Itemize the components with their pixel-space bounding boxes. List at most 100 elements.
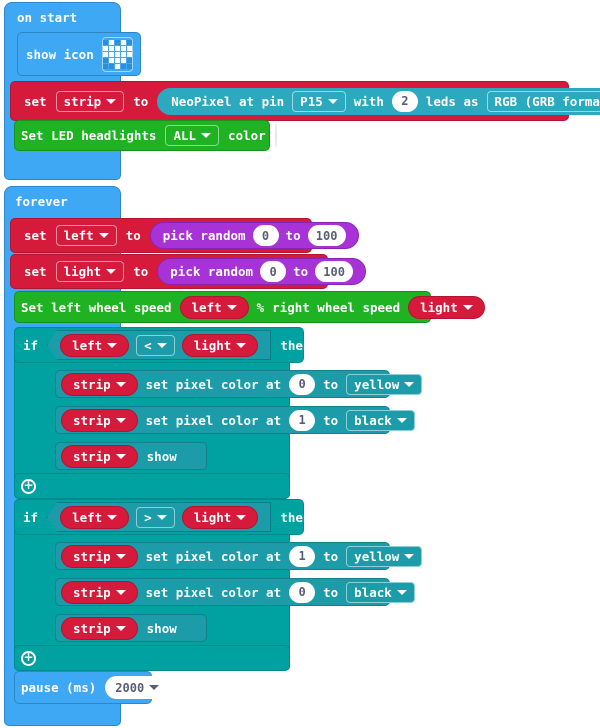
strip-set-pixel-block[interactable]: strip set pixel color at 0 to black	[55, 578, 415, 606]
led-grid	[102, 39, 132, 69]
strip-target-dropdown[interactable]: strip	[61, 580, 138, 604]
set-strip-block[interactable]: set strip to NeoPixel at pin P15 with 2 …	[10, 81, 600, 121]
then-label: then	[280, 337, 311, 353]
pixel-index-input[interactable]: 1	[289, 409, 316, 431]
operand-b-light[interactable]: light	[181, 333, 259, 357]
led-cell	[126, 57, 132, 63]
pixel-index-input[interactable]: 0	[289, 373, 316, 395]
set-left-block[interactable]: set left to pick random 0 to 100	[10, 218, 359, 253]
pause-block[interactable]: pause (ms) 2000	[14, 671, 170, 704]
pixel-color-dropdown[interactable]: yellow	[346, 545, 423, 567]
chevron-down-icon	[115, 553, 126, 559]
led-count-input[interactable]: 2	[391, 90, 418, 112]
operand-b-light[interactable]: light	[181, 505, 259, 529]
strip-target-dropdown[interactable]: strip	[61, 408, 138, 432]
comparison-operator-block[interactable]: left > light	[47, 502, 272, 532]
strip-target-dropdown[interactable]: strip	[61, 372, 138, 396]
set-led-headlights-block[interactable]: Set LED headlights ALL color	[14, 120, 277, 151]
show-label: show	[146, 448, 177, 464]
pick-random-label: pick random	[162, 228, 246, 243]
random-max-input[interactable]: 100	[307, 225, 346, 246]
chevron-down-icon	[107, 342, 118, 348]
on-start-label: on start	[17, 9, 78, 25]
set-pixel-label: set pixel color at	[145, 376, 282, 392]
chevron-down-icon	[115, 417, 126, 423]
led-cell	[114, 39, 120, 45]
strip-set-pixel-block[interactable]: strip set pixel color at 1 to yellow	[55, 542, 423, 570]
set-light-block[interactable]: set light to pick random 0 to 100	[10, 254, 367, 289]
chevron-down-icon	[327, 98, 338, 104]
set-pixel-label: set pixel color at	[145, 412, 282, 428]
pick-random-block[interactable]: pick random 0 to 100	[157, 258, 367, 285]
pixel-color-dropdown[interactable]: black	[346, 581, 415, 603]
if-less-header[interactable]: if left < light then	[14, 327, 310, 363]
show-icon-block[interactable]: show icon	[17, 32, 151, 76]
set-pixel-label: set pixel color at	[145, 548, 282, 564]
led-matrix-heart-icon[interactable]	[101, 36, 133, 72]
random-min-input[interactable]: 0	[260, 261, 287, 282]
color-swatch[interactable]	[274, 123, 277, 148]
pick-random-block[interactable]: pick random 0 to 100	[149, 222, 359, 249]
chevron-down-icon	[404, 553, 415, 559]
headlights-label: Set LED headlights	[21, 128, 157, 143]
led-cell	[126, 63, 132, 69]
led-cell	[114, 45, 120, 51]
chevron-down-icon	[404, 381, 415, 387]
pixel-color-dropdown[interactable]: black	[346, 409, 415, 431]
percent-label-2: %	[492, 299, 501, 315]
chevron-down-icon	[106, 269, 117, 274]
led-cell	[114, 51, 120, 57]
show-label: show	[146, 620, 177, 636]
operator-dropdown[interactable]: <	[136, 334, 175, 356]
if-greater-header[interactable]: if left > light then	[14, 499, 310, 535]
neopixel-reporter-block[interactable]: NeoPixel at pin P15 with 2 leds as RGB (…	[157, 87, 600, 115]
variable-dropdown-light[interactable]: light	[55, 261, 125, 282]
operand-a-left[interactable]: left	[60, 505, 130, 529]
strip-target-dropdown[interactable]: strip	[61, 444, 138, 468]
color-label: color	[228, 128, 266, 143]
set-wheel-speed-block[interactable]: Set left wheel speed left % right wheel …	[14, 291, 500, 323]
strip-show-block[interactable]: strip show	[55, 442, 207, 470]
chevron-down-icon[interactable]	[140, 51, 151, 57]
chevron-down-icon	[236, 514, 247, 520]
random-to-label: to	[285, 228, 301, 243]
led-cell	[102, 45, 108, 51]
variable-dropdown-strip[interactable]: strip	[55, 90, 125, 112]
rgb-format-dropdown[interactable]: RGB (GRB format)	[486, 90, 600, 112]
variable-light-reporter[interactable]: light	[408, 295, 485, 319]
random-max-input[interactable]: 100	[315, 261, 354, 282]
blocks-workspace[interactable]: on start show icon set strip to NeoPixel…	[0, 0, 600, 728]
led-cell	[102, 39, 108, 45]
led-cell	[114, 57, 120, 63]
strip-set-pixel-block[interactable]: strip set pixel color at 1 to black	[55, 406, 415, 434]
comparison-operator-block[interactable]: left < light	[47, 330, 272, 360]
add-else-icon[interactable]: +	[21, 478, 36, 494]
pin-dropdown[interactable]: P15	[292, 90, 346, 112]
strip-target-dropdown[interactable]: strip	[61, 616, 138, 640]
chevron-down-icon	[236, 342, 247, 348]
led-cell	[108, 39, 114, 45]
random-min-input[interactable]: 0	[252, 225, 279, 246]
operator-dropdown[interactable]: >	[136, 506, 175, 528]
chevron-down-icon	[462, 304, 473, 310]
if-greater-footer[interactable]: +	[14, 645, 290, 671]
strip-show-block[interactable]: strip show	[55, 614, 207, 642]
strip-set-pixel-block[interactable]: strip set pixel color at 0 to yellow	[55, 370, 423, 398]
strip-target-dropdown[interactable]: strip	[61, 544, 138, 568]
add-else-icon[interactable]: +	[21, 650, 36, 666]
led-cell	[102, 57, 108, 63]
if-less-footer[interactable]: +	[14, 473, 290, 499]
pixel-index-input[interactable]: 1	[289, 545, 316, 567]
variable-left-reporter[interactable]: left	[179, 295, 249, 319]
led-cell	[120, 39, 126, 45]
chevron-down-icon	[149, 685, 160, 690]
pixel-index-input[interactable]: 0	[289, 581, 316, 603]
headlight-selector-dropdown[interactable]: ALL	[165, 125, 220, 146]
led-cell	[120, 63, 126, 69]
pause-duration-input[interactable]: 2000	[105, 676, 170, 699]
to-label: to	[323, 584, 339, 600]
led-cell	[108, 51, 114, 57]
variable-dropdown-left[interactable]: left	[55, 225, 117, 246]
pixel-color-dropdown[interactable]: yellow	[346, 373, 423, 395]
operand-a-left[interactable]: left	[60, 333, 130, 357]
